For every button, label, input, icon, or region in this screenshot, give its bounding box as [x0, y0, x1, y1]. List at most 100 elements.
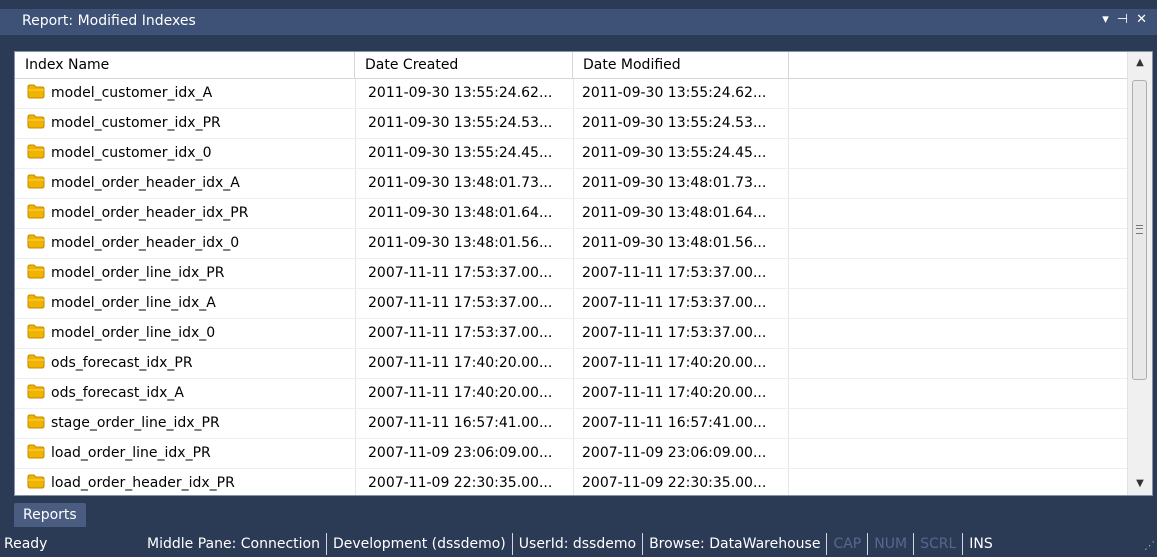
table-row[interactable]: model_order_line_idx_A 2007-11-11 17:53:3… [15, 289, 1129, 319]
cell-date-modified: 2007-11-09 22:30:35.00... [573, 469, 789, 495]
status-segment: INS [969, 536, 993, 552]
panel-title: Report: Modified Indexes [22, 13, 196, 29]
folder-icon [27, 354, 45, 368]
resize-grip-icon[interactable]: ⋰ [1144, 535, 1155, 557]
cell-date-created: 2007-11-11 16:57:41.00... [355, 409, 573, 438]
cell-index-name: load_order_header_idx_PR [15, 469, 355, 495]
cell-date-modified: 2011-09-30 13:48:01.64... [573, 199, 789, 228]
column-header-date-created[interactable]: Date Created [355, 52, 573, 78]
grid-rows: model_customer_idx_A 2011-09-30 13:55:24.… [15, 79, 1129, 495]
table-row[interactable]: model_order_header_idx_PR 2011-09-30 13:4… [15, 199, 1129, 229]
folder-icon [27, 114, 45, 128]
index-name-text: load_order_line_idx_PR [51, 445, 211, 461]
index-name-text: model_order_line_idx_0 [51, 325, 216, 341]
status-segment: SCRL [914, 533, 964, 555]
cell-date-modified: 2011-09-30 13:48:01.73... [573, 169, 789, 198]
cell-date-created: 2011-09-30 13:48:01.64... [355, 199, 573, 228]
index-name-text: model_customer_idx_PR [51, 115, 221, 131]
status-segment: NUM [868, 533, 915, 555]
cell-date-created: 2007-11-09 23:06:09.00... [355, 439, 573, 468]
index-name-text: load_order_header_idx_PR [51, 475, 235, 491]
folder-icon [27, 264, 45, 278]
index-name-text: model_customer_idx_A [51, 85, 213, 101]
cell-date-created: 2011-09-30 13:55:24.45... [355, 139, 573, 168]
cell-date-modified: 2007-11-11 16:57:41.00... [573, 409, 789, 438]
report-grid[interactable]: Index Name Date Created Date Modified mo… [14, 51, 1153, 496]
chevron-down-icon[interactable]: ▾ [1102, 12, 1109, 27]
index-name-text: model_order_header_idx_A [51, 175, 240, 191]
index-name-text: ods_forecast_idx_A [51, 385, 184, 401]
folder-icon [27, 414, 45, 428]
table-row[interactable]: load_order_line_idx_PR 2007-11-09 23:06:0… [15, 439, 1129, 469]
folder-icon [27, 84, 45, 98]
cell-date-modified: 2011-09-30 13:55:24.45... [573, 139, 789, 168]
vertical-scrollbar[interactable]: ▲ ▼ [1127, 52, 1152, 495]
cell-index-name: model_customer_idx_0 [15, 139, 355, 168]
index-name-text: ods_forecast_idx_PR [51, 355, 193, 371]
close-icon[interactable]: ✕ [1136, 12, 1147, 27]
table-row[interactable]: model_order_line_idx_PR 2007-11-11 17:53:… [15, 259, 1129, 289]
table-row[interactable]: model_order_header_idx_0 2011-09-30 13:48… [15, 229, 1129, 259]
table-row[interactable]: stage_order_line_idx_PR 2007-11-11 16:57:… [15, 409, 1129, 439]
cell-index-name: model_order_line_idx_0 [15, 319, 355, 348]
scroll-thumb[interactable] [1132, 80, 1147, 380]
cell-date-modified: 2011-09-30 13:55:24.62... [573, 79, 789, 108]
cell-date-modified: 2007-11-11 17:40:20.00... [573, 379, 789, 408]
cell-date-modified: 2007-11-11 17:53:37.00... [573, 319, 789, 348]
cell-date-created: 2011-09-30 13:55:24.62... [355, 79, 573, 108]
status-segment: CAP [827, 533, 869, 555]
cell-date-created: 2011-09-30 13:48:01.56... [355, 229, 573, 258]
index-name-text: model_order_header_idx_PR [51, 205, 249, 221]
column-header-date-modified[interactable]: Date Modified [573, 52, 789, 78]
cell-date-created: 2007-11-11 17:40:20.00... [355, 379, 573, 408]
table-row[interactable]: model_customer_idx_0 2011-09-30 13:55:24.… [15, 139, 1129, 169]
folder-icon [27, 324, 45, 338]
folder-icon [27, 144, 45, 158]
scroll-up-icon[interactable]: ▲ [1128, 52, 1152, 74]
cell-date-modified: 2011-09-30 13:48:01.56... [573, 229, 789, 258]
cell-date-created: 2007-11-11 17:53:37.00... [355, 289, 573, 318]
table-row[interactable]: model_order_line_idx_0 2007-11-11 17:53:3… [15, 319, 1129, 349]
cell-date-created: 2007-11-09 22:30:35.00... [355, 469, 573, 495]
status-segments: Middle Pane: Connection Development (dssd… [147, 533, 999, 555]
cell-index-name: load_order_line_idx_PR [15, 439, 355, 468]
index-name-text: model_order_line_idx_PR [51, 265, 225, 281]
cell-index-name: ods_forecast_idx_PR [15, 349, 355, 378]
status-segment: UserId: dssdemo [513, 533, 644, 555]
grip-icon [1136, 225, 1143, 234]
table-row[interactable]: model_order_header_idx_A 2011-09-30 13:48… [15, 169, 1129, 199]
table-row[interactable]: load_order_header_idx_PR 2007-11-09 22:30… [15, 469, 1129, 495]
cell-date-created: 2011-09-30 13:55:24.53... [355, 109, 573, 138]
index-name-text: model_order_line_idx_A [51, 295, 216, 311]
folder-icon [27, 234, 45, 248]
table-row[interactable]: ods_forecast_idx_PR 2007-11-11 17:40:20.0… [15, 349, 1129, 379]
pin-icon[interactable]: ⊣ [1117, 12, 1128, 27]
folder-icon [27, 174, 45, 188]
tab-reports[interactable]: Reports [14, 503, 86, 527]
cell-index-name: model_order_line_idx_PR [15, 259, 355, 288]
cell-index-name: ods_forecast_idx_A [15, 379, 355, 408]
cell-index-name: model_customer_idx_PR [15, 109, 355, 138]
column-header-index-name[interactable]: Index Name [15, 52, 355, 78]
scroll-down-icon[interactable]: ▼ [1128, 473, 1152, 495]
cell-date-created: 2011-09-30 13:48:01.73... [355, 169, 573, 198]
cell-date-modified: 2007-11-11 17:53:37.00... [573, 259, 789, 288]
folder-icon [27, 384, 45, 398]
index-name-text: stage_order_line_idx_PR [51, 415, 220, 431]
index-name-text: model_order_header_idx_0 [51, 235, 240, 251]
folder-icon [27, 204, 45, 218]
index-name-text: model_customer_idx_0 [51, 145, 212, 161]
cell-date-modified: 2007-11-11 17:53:37.00... [573, 289, 789, 318]
bottom-tab-strip: Reports [14, 503, 86, 527]
cell-date-modified: 2007-11-11 17:40:20.00... [573, 349, 789, 378]
cell-date-created: 2007-11-11 17:40:20.00... [355, 349, 573, 378]
table-row[interactable]: ods_forecast_idx_A 2007-11-11 17:40:20.00… [15, 379, 1129, 409]
folder-icon [27, 444, 45, 458]
table-row[interactable]: model_customer_idx_PR 2011-09-30 13:55:24… [15, 109, 1129, 139]
cell-date-modified: 2007-11-09 23:06:09.00... [573, 439, 789, 468]
status-segment: Middle Pane: Connection [147, 533, 327, 555]
table-row[interactable]: model_customer_idx_A 2011-09-30 13:55:24.… [15, 79, 1129, 109]
folder-icon [27, 474, 45, 488]
grid-header: Index Name Date Created Date Modified [15, 52, 1129, 79]
panel-controls: ▾ ⊣ ✕ [1102, 12, 1147, 27]
